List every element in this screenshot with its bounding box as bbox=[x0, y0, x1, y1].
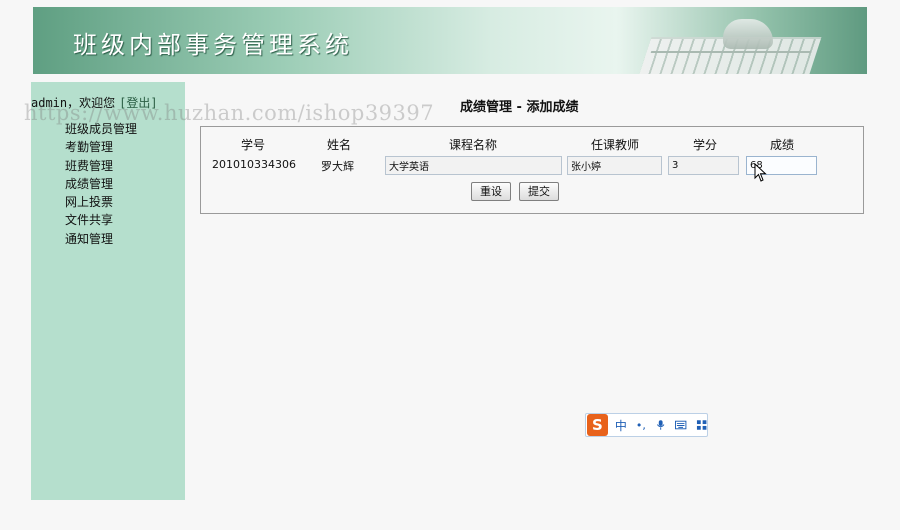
sogou-logo-icon[interactable]: S bbox=[587, 414, 608, 436]
submit-button[interactable]: 提交 bbox=[519, 182, 559, 201]
keyboard-icon[interactable] bbox=[675, 419, 687, 431]
reset-button[interactable]: 重设 bbox=[471, 182, 511, 201]
header-banner: 班级内部事务管理系统 bbox=[33, 7, 867, 74]
ime-punctuation-toggle[interactable]: •, bbox=[636, 419, 646, 432]
hand-illustration bbox=[723, 19, 773, 49]
sidebar-item-file-sharing[interactable]: 文件共享 bbox=[65, 211, 137, 229]
sidebar-item-voting[interactable]: 网上投票 bbox=[65, 193, 137, 211]
column-header-course: 课程名称 bbox=[449, 138, 498, 152]
column-header-credit: 学分 bbox=[693, 138, 718, 152]
sidebar-item-grades[interactable]: 成绩管理 bbox=[65, 175, 137, 193]
column-header-name: 姓名 bbox=[327, 138, 352, 152]
column-header-student-id: 学号 bbox=[241, 138, 266, 152]
ime-language-toggle[interactable]: 中 bbox=[615, 417, 627, 434]
watermark-url: https://www.huzhan.com/ishop39397 bbox=[24, 101, 435, 125]
teacher-input[interactable] bbox=[567, 156, 662, 175]
mic-icon[interactable] bbox=[655, 419, 666, 431]
column-header-teacher: 任课教师 bbox=[591, 138, 640, 152]
ime-toolbar[interactable]: S 中 •, bbox=[585, 413, 708, 437]
sidebar-item-notices[interactable]: 通知管理 bbox=[65, 230, 137, 248]
sidebar-menu: 班级成员管理 考勤管理 班费管理 成绩管理 网上投票 文件共享 通知管理 bbox=[65, 120, 137, 248]
sidebar-item-attendance[interactable]: 考勤管理 bbox=[65, 138, 137, 156]
system-title: 班级内部事务管理系统 bbox=[73, 31, 353, 59]
page-title: 成绩管理 - 添加成绩 bbox=[460, 100, 579, 115]
student-id-value: 201010334306 bbox=[212, 158, 296, 171]
column-header-score: 成绩 bbox=[770, 138, 795, 152]
credit-input[interactable] bbox=[668, 156, 739, 175]
mouse-cursor-icon bbox=[754, 163, 767, 182]
grid-icon[interactable] bbox=[696, 419, 707, 431]
student-name-value: 罗大辉 bbox=[321, 160, 354, 173]
sidebar: admin，欢迎您 [登出] 班级成员管理 考勤管理 班费管理 成绩管理 网上投票… bbox=[31, 82, 185, 500]
keyboard-row-decoration bbox=[650, 51, 812, 53]
course-name-input[interactable] bbox=[385, 156, 562, 175]
sidebar-item-class-fees[interactable]: 班费管理 bbox=[65, 157, 137, 175]
